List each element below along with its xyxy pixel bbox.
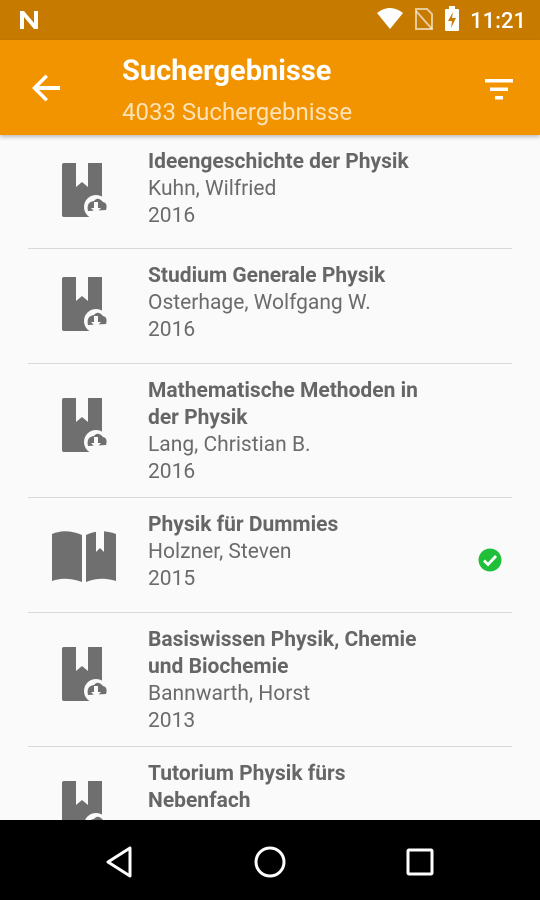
battery-charging-icon xyxy=(444,6,460,36)
result-author: Kuhn, Wilfried xyxy=(148,177,277,201)
open-book-icon xyxy=(50,526,118,590)
result-title-line-2: der Physik xyxy=(148,406,248,430)
result-item[interactable]: Tutorium Physik fürs Nebenfach xyxy=(0,747,540,820)
ebook-download-icon xyxy=(50,392,116,462)
result-year: 2015 xyxy=(148,567,196,591)
result-author: Osterhage, Wolfgang W. xyxy=(148,291,371,315)
result-year: 2016 xyxy=(148,204,196,228)
back-triangle-icon[interactable] xyxy=(100,842,140,882)
result-item[interactable]: Physik für Dummies Holzner, Steven 2015 xyxy=(0,498,540,613)
result-title-line-2: Nebenfach xyxy=(148,789,251,813)
result-title-line-2: und Biochemie xyxy=(148,655,289,679)
navigation-bar xyxy=(0,820,540,900)
no-sim-icon xyxy=(414,7,434,35)
result-item[interactable]: Ideengeschichte der Physik Kuhn, Wilfrie… xyxy=(0,135,540,249)
result-year: 2016 xyxy=(148,460,196,484)
result-year: 2016 xyxy=(148,318,196,342)
result-item[interactable]: Mathematische Methoden in der Physik Lan… xyxy=(0,364,540,498)
ebook-download-icon xyxy=(50,157,116,227)
result-title: Tutorium Physik fürs xyxy=(148,762,346,786)
recents-square-icon[interactable] xyxy=(400,842,440,882)
wifi-icon xyxy=(376,7,404,35)
ebook-download-icon xyxy=(50,775,116,820)
result-count: 4033 Suchergebnisse xyxy=(122,98,353,126)
status-bar: 11:21 xyxy=(0,0,540,40)
result-title: Physik für Dummies xyxy=(148,513,339,537)
clock: 11:21 xyxy=(470,8,526,34)
notification-n-icon xyxy=(18,9,40,35)
home-circle-icon[interactable] xyxy=(250,842,290,882)
ebook-download-icon xyxy=(50,641,116,711)
page-title: Suchergebnisse xyxy=(122,54,332,88)
result-year: 2013 xyxy=(148,709,196,733)
result-author: Holzner, Steven xyxy=(148,540,292,564)
filter-icon[interactable] xyxy=(482,72,516,106)
result-item[interactable]: Basiswissen Physik, Chemie und Biochemie… xyxy=(0,613,540,747)
result-author: Lang, Christian B. xyxy=(148,433,311,457)
app-bar: Suchergebnisse 4033 Suchergebnisse xyxy=(0,40,540,135)
result-item[interactable]: Studium Generale Physik Osterhage, Wolfg… xyxy=(0,249,540,364)
back-arrow-icon[interactable] xyxy=(30,71,64,105)
result-author: Bannwarth, Horst xyxy=(148,682,311,706)
result-title: Ideengeschichte der Physik xyxy=(148,150,409,174)
available-check-icon xyxy=(478,548,502,572)
results-list[interactable]: Ideengeschichte der Physik Kuhn, Wilfrie… xyxy=(0,135,540,820)
result-title: Mathematische Methoden in xyxy=(148,379,418,403)
ebook-download-icon xyxy=(50,271,116,341)
result-title: Studium Generale Physik xyxy=(148,264,386,288)
result-title: Basiswissen Physik, Chemie xyxy=(148,628,417,652)
